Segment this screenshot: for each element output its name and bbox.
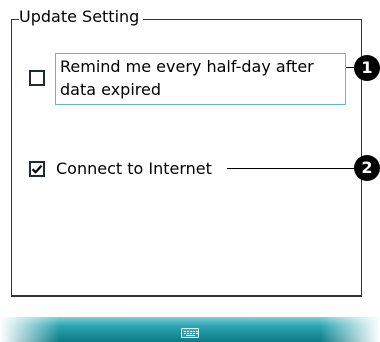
remind-checkbox[interactable] bbox=[29, 70, 45, 86]
checkmark-icon bbox=[31, 164, 43, 174]
keyboard-icon[interactable] bbox=[181, 328, 199, 338]
connect-internet-label[interactable]: Connect to Internet bbox=[56, 157, 212, 180]
callout-line-2 bbox=[227, 168, 354, 169]
connect-internet-checkbox[interactable] bbox=[29, 161, 45, 177]
remind-option-label[interactable]: Remind me every half-day after data expi… bbox=[55, 53, 346, 105]
callout-badge-2: 2 bbox=[354, 155, 380, 181]
callout-line-1 bbox=[346, 67, 354, 68]
group-title: Update Setting bbox=[19, 6, 144, 28]
callout-badge-1: 1 bbox=[354, 55, 380, 81]
